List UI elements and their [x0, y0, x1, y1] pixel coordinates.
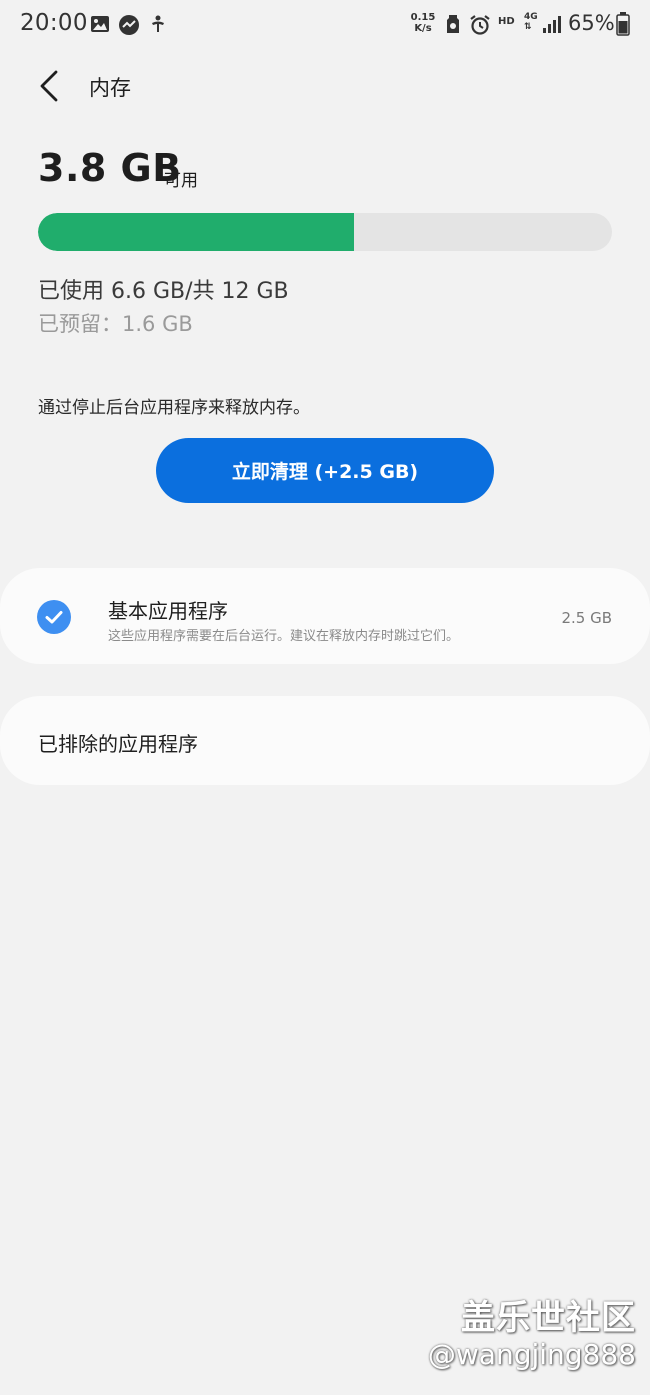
battery-icon [616, 12, 636, 36]
status-bar: 20:00 0.15 K/s HD 4G ⇅ 65% [0, 0, 650, 50]
available-memory-label: 可用 [164, 171, 198, 191]
page-title: 内存 [89, 76, 131, 100]
hd-indicator: HD [498, 16, 515, 27]
memory-usage-bar [38, 213, 612, 251]
memory-usage-fill [38, 213, 354, 251]
essential-apps-description: 这些应用程序需要在后台运行。建议在释放内存时跳过它们。 [108, 629, 460, 644]
essential-apps-checkbox[interactable] [37, 600, 71, 634]
signal-icon [542, 14, 562, 34]
excluded-apps-item[interactable]: 已排除的应用程序 [0, 696, 650, 785]
recorder-icon [118, 14, 139, 35]
gallery-icon [90, 14, 110, 34]
data-arrows-icon: ⇅ [524, 22, 532, 32]
alarm-icon [469, 14, 490, 35]
net-speed: 0.15 K/s [408, 12, 438, 34]
back-button[interactable] [28, 64, 68, 108]
network-type-label: 4G [524, 12, 538, 22]
free-memory-hint: 通过停止后台应用程序来释放内存。 [38, 398, 310, 418]
checkmark-icon [45, 611, 63, 624]
excluded-apps-title: 已排除的应用程序 [38, 732, 198, 756]
net-speed-unit: K/s [414, 23, 432, 34]
available-memory-value: 3.8 GB [38, 146, 182, 190]
essential-apps-card[interactable]: 基本应用程序 这些应用程序需要在后台运行。建议在释放内存时跳过它们。 2.5 G… [0, 568, 650, 664]
net-speed-value: 0.15 [410, 12, 436, 23]
status-time: 20:00 [20, 10, 88, 36]
clean-now-button[interactable]: 立即清理 (+2.5 GB) [156, 438, 494, 503]
nfc-icon [444, 14, 464, 34]
used-memory-text: 已使用 6.6 GB/共 12 GB [38, 279, 289, 304]
chevron-left-icon [40, 70, 58, 102]
battery-percent: 65% [568, 11, 615, 35]
watermark-user: @wangjing888 [427, 1338, 636, 1371]
essential-apps-title: 基本应用程序 [108, 599, 228, 623]
watermark-site: 盖乐世社区 [461, 1298, 636, 1338]
reserved-memory-text: 已预留：1.6 GB [38, 312, 193, 336]
essential-apps-size: 2.5 GB [561, 609, 612, 627]
accessibility-icon [148, 14, 168, 34]
network-type: 4G ⇅ [524, 12, 538, 32]
